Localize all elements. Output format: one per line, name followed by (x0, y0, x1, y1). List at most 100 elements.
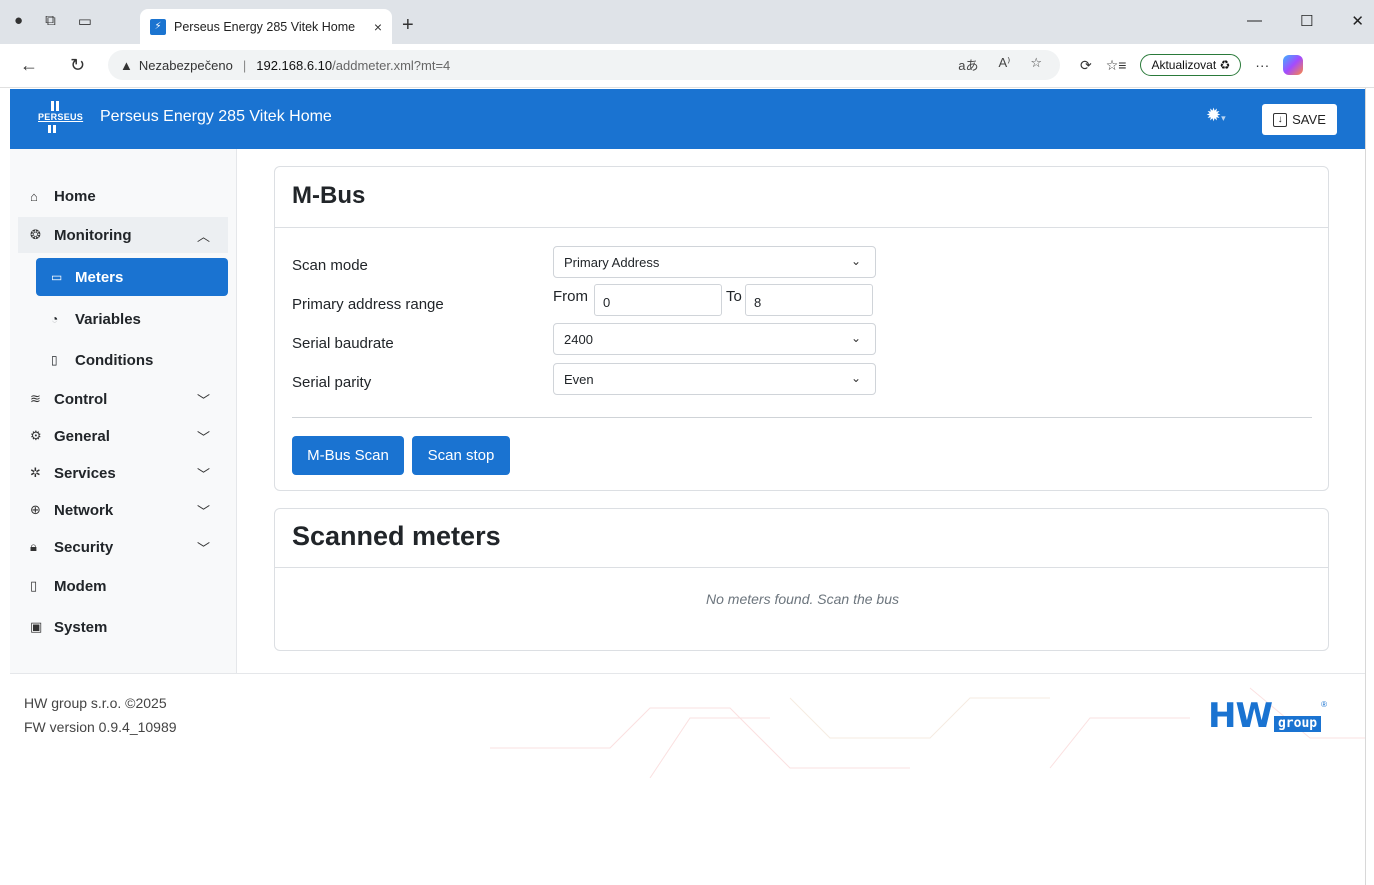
copilot-icon[interactable] (1283, 55, 1304, 75)
sliders-icon: ≋ (30, 391, 41, 406)
theme-toggle-icon[interactable]: ✹▾ (1206, 105, 1226, 126)
mbus-scan-button[interactable]: M-Bus Scan (292, 436, 404, 475)
app-title[interactable]: Perseus Energy 285 Vitek Home (100, 108, 332, 126)
sidebar-item-variables[interactable]: ◔ Variables (36, 300, 228, 338)
sidebar-item-security[interactable]: 🔒︎ Security ﹀ (18, 529, 228, 565)
warning-icon: ▲ (120, 57, 133, 73)
sidebar-item-label: Monitoring (54, 226, 132, 244)
sidebar-item-general[interactable]: ⚙ General ﹀ (18, 418, 228, 454)
baudrate-label: Serial baudrate (292, 335, 394, 352)
meters-icon: ▭ (51, 270, 63, 284)
sidebar-item-services[interactable]: ✲ Services ﹀ (18, 455, 228, 491)
url-path: /addmeter.xml?mt=4 (332, 57, 451, 73)
scan-mode-select[interactable]: Primary Address ⌄ (553, 246, 876, 278)
chevron-down-icon: ﹀ (196, 503, 210, 519)
mbus-card: M-Bus Scan mode Primary Address ⌄ Primar… (274, 166, 1329, 491)
company-copyright: HW group s.r.o. ©2025 (24, 695, 167, 711)
app-header: PERSEUS Perseus Energy 285 Vitek Home ✹▾… (10, 89, 1365, 149)
perseus-logo[interactable]: PERSEUS (38, 99, 83, 139)
fw-version: FW version 0.9.4_10989 (24, 719, 177, 735)
sidebar-item-label: Security (54, 538, 114, 556)
sidebar-item-system[interactable]: ▣ System (18, 609, 228, 645)
sidebar-item-label: Services (54, 464, 116, 482)
new-tab-button[interactable]: + (402, 14, 414, 37)
sidebar-item-label: Control (54, 390, 108, 408)
read-aloud-icon[interactable]: A⁾ (998, 55, 1010, 74)
browser-titlebar: ● ⧉ ▭ ⚡ Perseus Energy 285 Vitek Home × … (0, 0, 1374, 44)
translate-icon[interactable]: aあ (958, 55, 978, 74)
sidebar-item-label: Meters (75, 268, 124, 286)
modem-icon: ▯ (30, 578, 38, 593)
save-button[interactable]: ↓ SAVE (1262, 104, 1337, 135)
home-icon: ⌂ (30, 188, 38, 204)
maximize-icon[interactable]: ☐ (1300, 12, 1313, 30)
sidebar-item-home[interactable]: ⌂ Home (18, 178, 228, 214)
sidebar-item-label: Variables (75, 310, 141, 328)
hwgroup-logo[interactable]: HW group ® (1208, 696, 1328, 736)
baudrate-select[interactable]: 2400 ⌄ (553, 323, 876, 355)
chevron-down-icon: ﹀ (196, 540, 210, 556)
sidebar-item-meters[interactable]: ▭ Meters (36, 258, 228, 296)
save-label: SAVE (1292, 112, 1326, 127)
parity-label: Serial parity (292, 374, 372, 391)
chevron-down-icon: ﹀ (196, 429, 210, 445)
sidebar-item-label: Modem (54, 577, 107, 595)
tab-close-icon[interactable]: × (374, 19, 382, 35)
sidebar: ⌂ Home ❂ Monitoring ︿ ▭ Meters ◔ Variabl… (10, 149, 237, 673)
scanned-meters-card: Scanned meters No meters found. Scan the… (274, 508, 1329, 651)
sidebar-item-label: Home (54, 187, 96, 205)
gauge-icon: ◔ (51, 312, 59, 326)
extensions-icon[interactable]: ⟳ (1080, 57, 1092, 74)
sidebar-item-label: General (54, 427, 110, 445)
collections-icon[interactable]: ⧉ (45, 12, 56, 30)
form-divider (292, 417, 1312, 418)
browser-tab[interactable]: ⚡ Perseus Energy 285 Vitek Home × (140, 9, 392, 44)
reload-icon[interactable]: ↻ (70, 55, 85, 76)
update-label: Aktualizovat (1151, 58, 1217, 72)
back-icon[interactable]: ← (20, 55, 38, 76)
to-input[interactable]: 8 (745, 284, 873, 316)
sidebar-item-modem[interactable]: ▯ Modem (18, 568, 228, 604)
chevron-up-icon: ︿ (196, 228, 210, 244)
chevron-down-icon: ﹀ (196, 392, 210, 408)
tab-title: Perseus Energy 285 Vitek Home (174, 19, 356, 34)
sidebar-item-control[interactable]: ≋ Control ﹀ (18, 381, 228, 417)
parity-select[interactable]: Even ⌄ (553, 363, 876, 395)
favorites-icon[interactable]: ☆≡ (1106, 57, 1127, 74)
chevron-down-icon: ▾ (1221, 113, 1226, 123)
empty-message: No meters found. Scan the bus (706, 591, 899, 607)
chevron-down-icon: ﹀ (196, 466, 210, 482)
window-edge (1365, 88, 1374, 885)
logo-registered: ® (1321, 700, 1328, 709)
update-button[interactable]: Aktualizovat ♻ (1140, 54, 1242, 76)
close-window-icon[interactable]: ✕ (1351, 12, 1364, 30)
window-controls: — ☐ ✕ (1247, 12, 1364, 30)
chevron-down-icon: ⌄ (850, 371, 861, 385)
monitoring-icon: ❂ (30, 227, 41, 242)
sidebar-item-label: Conditions (75, 351, 154, 369)
baudrate-value: 2400 (564, 332, 593, 347)
scanned-meters-title: Scanned meters (275, 509, 1328, 568)
sidebar-item-conditions[interactable]: ▯ Conditions (36, 341, 228, 379)
profile-icon[interactable]: ● (14, 12, 23, 30)
address-bar[interactable]: ▲ Nezabezpečeno | 192.168.6.10 /addmeter… (108, 50, 1060, 80)
mbus-title: M-Bus (275, 167, 1328, 228)
from-input[interactable]: 0 (594, 284, 722, 316)
from-label: From (553, 288, 588, 305)
logo-bars-bottom (48, 125, 56, 133)
sidebar-item-monitoring[interactable]: ❂ Monitoring ︿ (18, 217, 228, 253)
globe-icon: ⊕ (30, 502, 41, 517)
url-separator: | (242, 57, 247, 73)
logo-hw: HW (1208, 696, 1273, 736)
scan-stop-button[interactable]: Scan stop (412, 436, 510, 475)
favorite-star-icon[interactable]: ☆ (1030, 55, 1042, 74)
insecure-label: Nezabezpečeno (138, 57, 233, 73)
tab-actions-icon[interactable]: ▭ (78, 12, 92, 30)
more-menu-icon[interactable]: ··· (1255, 57, 1269, 73)
favicon-icon: ⚡ (150, 18, 166, 35)
logo-bars-top (51, 101, 59, 111)
sidebar-item-network[interactable]: ⊕ Network ﹀ (18, 492, 228, 528)
sidebar-item-label: Network (54, 501, 114, 519)
minimize-icon[interactable]: — (1247, 12, 1262, 30)
scan-mode-value: Primary Address (564, 255, 660, 270)
